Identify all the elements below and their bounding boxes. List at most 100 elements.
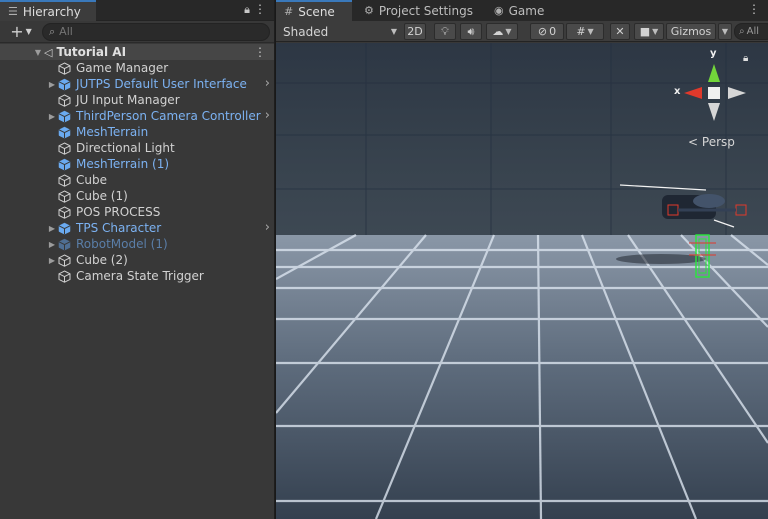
hierarchy-row-label: JUTPS Default User Interface bbox=[76, 77, 247, 91]
tools-toggle[interactable]: ✕ bbox=[610, 23, 630, 40]
search-icon: ⌕ bbox=[739, 26, 745, 37]
hierarchy-row-label: MeshTerrain (1) bbox=[76, 157, 170, 171]
scene-panel: # Scene ⚙ Project Settings ◉ Game ⋮ Shad… bbox=[276, 0, 768, 519]
lock-icon[interactable]: 🔒︎ bbox=[244, 3, 250, 17]
fold-open-icon[interactable]: ▼ bbox=[32, 48, 44, 57]
fold-closed-icon[interactable]: ▶ bbox=[46, 256, 58, 265]
grid-snap-icon: # bbox=[576, 25, 586, 38]
hierarchy-row-label: Cube (2) bbox=[76, 253, 128, 267]
tab-game[interactable]: ◉ Game bbox=[486, 0, 556, 21]
hierarchy-items: Game Manager ▶ JUTPS Default User Interfac… bbox=[0, 60, 274, 284]
hierarchy-row[interactable]: ▶ Cube (2) bbox=[0, 252, 274, 268]
hierarchy-row[interactable]: Game Manager bbox=[0, 60, 274, 76]
scene-viewport[interactable]: y x 🔒︎ < Persp bbox=[276, 43, 768, 519]
toggle-2d-button[interactable]: 2D bbox=[404, 23, 426, 40]
scene-search[interactable]: ⌕ All bbox=[734, 23, 768, 40]
hierarchy-row-label: RobotModel (1) bbox=[76, 237, 168, 251]
hierarchy-row-label: Game Manager bbox=[76, 61, 169, 75]
eye-slash-icon: ⊘ bbox=[537, 25, 548, 38]
chevron-right-icon[interactable]: › bbox=[265, 108, 270, 124]
projection-toggle[interactable]: < Persp bbox=[688, 135, 735, 149]
draw-mode-dropdown[interactable]: Shaded ▼ bbox=[279, 23, 401, 40]
gizmos-options-caret[interactable]: ▼ bbox=[718, 23, 732, 40]
hierarchy-row[interactable]: ▶ ThirdPerson Camera Controller › bbox=[0, 108, 274, 124]
hierarchy-row[interactable]: Cube (1) bbox=[0, 188, 274, 204]
gamepad-icon: ◉ bbox=[494, 4, 504, 17]
hierarchy-row-label: Cube (1) bbox=[76, 189, 128, 203]
effects-icon: ☁ bbox=[492, 25, 504, 38]
hidden-objects-toggle[interactable]: ⊘ 0 bbox=[530, 23, 564, 40]
grid-snapping-dropdown[interactable]: # ▼ bbox=[566, 23, 604, 40]
camera-icon: ■ bbox=[639, 25, 651, 38]
hierarchy-row[interactable]: ▶ RobotModel (1) bbox=[0, 236, 274, 252]
projection-chevron-icon: < bbox=[688, 135, 699, 149]
orientation-gizmo[interactable] bbox=[684, 64, 746, 121]
gizmo-y-label: y bbox=[710, 48, 717, 59]
tab-scene[interactable]: # Scene bbox=[276, 0, 352, 21]
prefab-icon bbox=[58, 158, 72, 171]
camera-dropdown[interactable]: ■ ▼ bbox=[634, 23, 664, 40]
hierarchy-row[interactable]: Cube bbox=[0, 172, 274, 188]
audio-toggle[interactable]: 🔊︎ bbox=[460, 23, 482, 40]
fold-closed-icon[interactable]: ▶ bbox=[46, 240, 58, 249]
toggle-2d-label: 2D bbox=[407, 25, 423, 38]
hierarchy-row[interactable]: Camera State Trigger bbox=[0, 268, 274, 284]
draw-mode-value: Shaded bbox=[283, 24, 329, 39]
search-icon: ⌕ bbox=[49, 24, 56, 38]
gameobject-icon bbox=[58, 141, 72, 155]
fold-closed-icon[interactable]: ▶ bbox=[46, 224, 58, 233]
tab-scene-label: Scene bbox=[298, 4, 335, 19]
hierarchy-search[interactable]: ⌕ bbox=[42, 22, 270, 41]
tab-hierarchy[interactable]: ☰ Hierarchy bbox=[0, 0, 96, 21]
gear-icon: ⚙ bbox=[364, 4, 374, 17]
scene-root-row[interactable]: ▼ ◁ Tutorial AI ⋮ bbox=[0, 44, 274, 60]
hidden-count: 0 bbox=[549, 25, 557, 38]
gameobject-icon bbox=[58, 93, 72, 107]
tab-hierarchy-label: Hierarchy bbox=[22, 4, 81, 19]
prefab-icon bbox=[58, 110, 72, 123]
chevron-right-icon[interactable]: › bbox=[265, 220, 270, 236]
search-input[interactable] bbox=[59, 25, 260, 38]
hierarchy-toolbar: + ▼ ⌕ bbox=[0, 21, 274, 43]
chevron-down-icon: ▼ bbox=[721, 27, 729, 36]
lighting-toggle[interactable]: 💡︎ bbox=[434, 23, 456, 40]
tab-project-settings[interactable]: ⚙ Project Settings bbox=[356, 0, 482, 21]
hierarchy-row-label: Directional Light bbox=[76, 141, 175, 155]
chevron-down-icon: ▼ bbox=[390, 27, 397, 36]
speaker-icon: 🔊︎ bbox=[467, 24, 475, 38]
scene-menu-icon[interactable]: ⋮ bbox=[254, 44, 266, 60]
prefab-icon bbox=[58, 238, 72, 251]
create-button[interactable]: + ▼ bbox=[4, 23, 38, 41]
hierarchy-row[interactable]: ▶ TPS Character › bbox=[0, 220, 274, 236]
hierarchy-row-label: POS PROCESS bbox=[76, 205, 161, 219]
hierarchy-row[interactable]: Directional Light bbox=[0, 140, 274, 156]
hierarchy-panel: ☰ Hierarchy 🔒︎ ⋮ + ▼ ⌕ ▼ ◁ Tutorial AI ⋮… bbox=[0, 0, 275, 519]
prefab-icon bbox=[58, 222, 72, 235]
more-options-icon[interactable]: ⋮ bbox=[254, 2, 266, 16]
hierarchy-row[interactable]: POS PROCESS bbox=[0, 204, 274, 220]
viewport-lock-icon[interactable]: 🔒︎ bbox=[743, 53, 748, 64]
prefab-icon bbox=[58, 78, 72, 91]
hierarchy-row-label: ThirdPerson Camera Controller bbox=[76, 109, 261, 123]
tools-icon: ✕ bbox=[615, 25, 625, 38]
hierarchy-row[interactable]: MeshTerrain bbox=[0, 124, 274, 140]
fold-closed-icon[interactable]: ▶ bbox=[46, 80, 58, 89]
hierarchy-row[interactable]: JU Input Manager bbox=[0, 92, 274, 108]
fold-closed-icon[interactable]: ▶ bbox=[46, 112, 58, 121]
gameobject-icon bbox=[58, 173, 72, 187]
scene-name: Tutorial AI bbox=[56, 45, 127, 59]
hierarchy-row-label: Cube bbox=[76, 173, 107, 187]
effects-dropdown[interactable]: ☁ ▼ bbox=[486, 23, 518, 40]
hierarchy-row-label: TPS Character bbox=[76, 221, 162, 235]
gameobject-icon bbox=[58, 253, 72, 267]
chevron-right-icon[interactable]: › bbox=[265, 76, 270, 92]
gizmos-dropdown[interactable]: Gizmos bbox=[666, 23, 716, 40]
chevron-down-icon: ▼ bbox=[652, 27, 659, 36]
tab-game-label: Game bbox=[508, 3, 545, 18]
hierarchy-row[interactable]: ▶ JUTPS Default User Interface › bbox=[0, 76, 274, 92]
hierarchy-row[interactable]: MeshTerrain (1) bbox=[0, 156, 274, 172]
scene-more-options-icon[interactable]: ⋮ bbox=[748, 2, 760, 16]
tab-project-settings-label: Project Settings bbox=[378, 3, 473, 18]
scene-toolbar: Shaded ▼ 2D 💡︎ 🔊︎ ☁ ▼ ⊘ 0 # ▼ ✕ ■ ▼ Gizm… bbox=[276, 21, 768, 42]
hierarchy-row-label: MeshTerrain bbox=[76, 125, 149, 139]
